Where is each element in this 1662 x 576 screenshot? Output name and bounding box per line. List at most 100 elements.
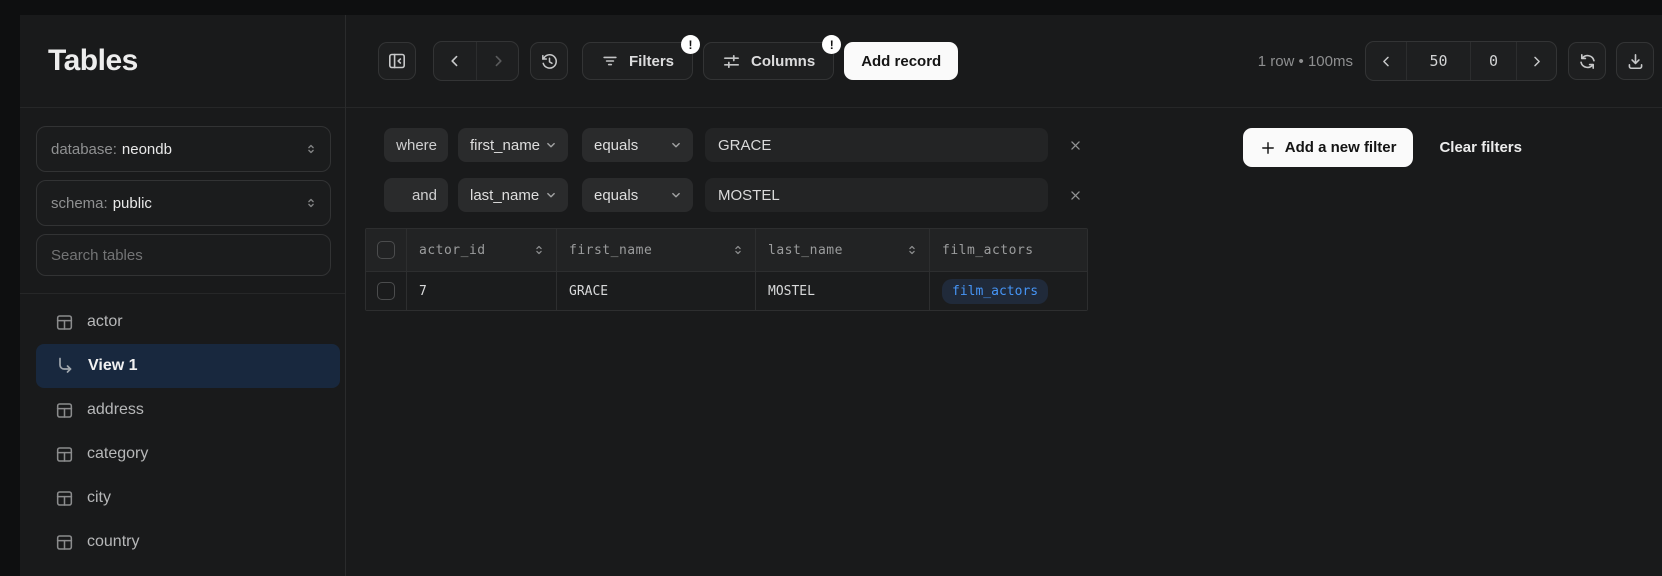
sidebar-item-actor[interactable]: actor bbox=[20, 300, 345, 344]
app-window: Tables database: neondb schema: public bbox=[20, 15, 1662, 576]
table-item-label: city bbox=[87, 489, 111, 507]
table-item-label: country bbox=[87, 533, 139, 551]
filter-column-select[interactable]: first_name bbox=[458, 128, 568, 162]
sidebar-item-country[interactable]: country bbox=[20, 520, 345, 564]
toolbar: Filters ! Columns ! Add record 1 row • 1… bbox=[346, 15, 1662, 108]
filter-conjunction-chip: and bbox=[384, 178, 448, 212]
columns-button-label: Columns bbox=[751, 53, 815, 70]
close-icon bbox=[1069, 139, 1082, 152]
result-summary: 1 row • 100ms bbox=[1258, 53, 1353, 70]
forward-button[interactable] bbox=[476, 42, 518, 80]
page-offset-field[interactable]: 0 bbox=[1470, 42, 1516, 80]
column-header-last-name[interactable]: last_name bbox=[756, 229, 930, 271]
filter-operator-select[interactable]: equals bbox=[582, 128, 693, 162]
filter-column-value: last_name bbox=[470, 187, 539, 204]
remove-filter-button[interactable] bbox=[1064, 184, 1086, 206]
results-table: actor_id first_name last_name bbox=[365, 228, 1088, 311]
column-header-actor-id[interactable]: actor_id bbox=[407, 229, 557, 271]
database-selector-value: neondb bbox=[122, 141, 172, 158]
sidebar-controls: database: neondb schema: public bbox=[20, 108, 345, 276]
schema-selector[interactable]: schema: public bbox=[36, 180, 331, 226]
query-history-button[interactable] bbox=[530, 42, 568, 80]
filter-operator-select[interactable]: equals bbox=[582, 178, 693, 212]
table-icon bbox=[55, 489, 74, 508]
main-panel: Filters ! Columns ! Add record 1 row • 1… bbox=[346, 15, 1662, 576]
database-selector-label: database: bbox=[51, 141, 117, 158]
add-record-button[interactable]: Add record bbox=[844, 42, 958, 80]
cell-first-name: GRACE bbox=[557, 272, 756, 310]
column-header-label: last_name bbox=[768, 243, 843, 258]
table-icon bbox=[55, 401, 74, 420]
refresh-button[interactable] bbox=[1568, 42, 1606, 80]
columns-alert-badge: ! bbox=[822, 35, 841, 54]
sidebar-header: Tables bbox=[20, 15, 345, 108]
filter-lines-icon bbox=[601, 52, 619, 70]
prev-page-button[interactable] bbox=[1366, 42, 1406, 80]
chevron-right-icon bbox=[1529, 54, 1544, 69]
filter-value-input[interactable] bbox=[705, 128, 1048, 162]
filter-row: and last_name equals bbox=[384, 178, 1662, 212]
filters-button[interactable]: Filters ! bbox=[582, 42, 693, 80]
add-new-filter-button[interactable]: Add a new filter bbox=[1243, 128, 1414, 167]
column-header-film-actors[interactable]: film_actors bbox=[930, 229, 1087, 271]
table-list: actor View 1 address category bbox=[20, 294, 345, 576]
columns-button[interactable]: Columns ! bbox=[703, 42, 834, 80]
collapse-sidebar-button[interactable] bbox=[378, 42, 416, 80]
sort-icon[interactable] bbox=[532, 243, 546, 257]
sidebar-item-view-1[interactable]: View 1 bbox=[36, 344, 340, 388]
sidebar-item-category[interactable]: category bbox=[20, 432, 345, 476]
page-title: Tables bbox=[48, 44, 138, 78]
history-nav-group bbox=[433, 41, 519, 81]
cell-film-actors: film_actors bbox=[930, 272, 1087, 310]
table-icon bbox=[55, 313, 74, 332]
next-page-button[interactable] bbox=[1516, 42, 1556, 80]
plus-icon bbox=[1260, 140, 1276, 156]
download-icon bbox=[1626, 52, 1645, 71]
table-row: 7 GRACE MOSTEL film_actors bbox=[366, 272, 1087, 310]
sidebar-item-city[interactable]: city bbox=[20, 476, 345, 520]
download-button[interactable] bbox=[1616, 42, 1654, 80]
select-all-checkbox[interactable] bbox=[377, 241, 395, 259]
filter-column-value: first_name bbox=[470, 137, 540, 154]
column-header-label: actor_id bbox=[419, 243, 486, 258]
close-icon bbox=[1069, 189, 1082, 202]
page-size-field[interactable]: 50 bbox=[1406, 42, 1470, 80]
cell-last-name: MOSTEL bbox=[756, 272, 930, 310]
filter-actions: Add a new filter Clear filters bbox=[1243, 128, 1522, 167]
search-tables-box bbox=[36, 234, 331, 276]
sidebar-item-address[interactable]: address bbox=[20, 388, 345, 432]
panel-collapse-icon bbox=[387, 51, 407, 71]
table-icon bbox=[55, 445, 74, 464]
sort-icon[interactable] bbox=[731, 243, 745, 257]
chevron-down-icon bbox=[544, 188, 558, 202]
back-button[interactable] bbox=[434, 42, 476, 80]
add-record-button-label: Add record bbox=[861, 53, 941, 70]
filters-button-label: Filters bbox=[629, 53, 674, 70]
column-header-first-name[interactable]: first_name bbox=[557, 229, 756, 271]
sliders-icon bbox=[722, 52, 741, 71]
sidebar-item-partial[interactable] bbox=[20, 564, 345, 576]
chevron-down-icon bbox=[669, 188, 683, 202]
clear-filters-button[interactable]: Clear filters bbox=[1439, 139, 1522, 156]
filter-value-input[interactable] bbox=[705, 178, 1048, 212]
refresh-icon bbox=[1578, 52, 1597, 71]
remove-filter-button[interactable] bbox=[1064, 134, 1086, 156]
row-checkbox-cell bbox=[366, 272, 407, 310]
chevron-down-icon bbox=[669, 138, 683, 152]
table-item-label: category bbox=[87, 445, 148, 463]
filter-column-select[interactable]: last_name bbox=[458, 178, 568, 212]
row-checkbox[interactable] bbox=[377, 282, 395, 300]
chevrons-up-down-icon bbox=[304, 196, 318, 210]
corner-down-right-arrow-icon bbox=[55, 356, 75, 376]
chevron-left-icon bbox=[1379, 54, 1394, 69]
pagination-group: 50 0 bbox=[1365, 41, 1557, 81]
add-new-filter-label: Add a new filter bbox=[1285, 139, 1397, 156]
history-clock-icon bbox=[540, 52, 559, 71]
sort-icon[interactable] bbox=[905, 243, 919, 257]
page-offset-value: 0 bbox=[1489, 52, 1498, 70]
search-tables-input[interactable] bbox=[51, 247, 316, 264]
filters-alert-badge: ! bbox=[681, 35, 700, 54]
film-actors-link[interactable]: film_actors bbox=[942, 279, 1048, 304]
database-selector[interactable]: database: neondb bbox=[36, 126, 331, 172]
table-header-row: actor_id first_name last_name bbox=[366, 229, 1087, 272]
